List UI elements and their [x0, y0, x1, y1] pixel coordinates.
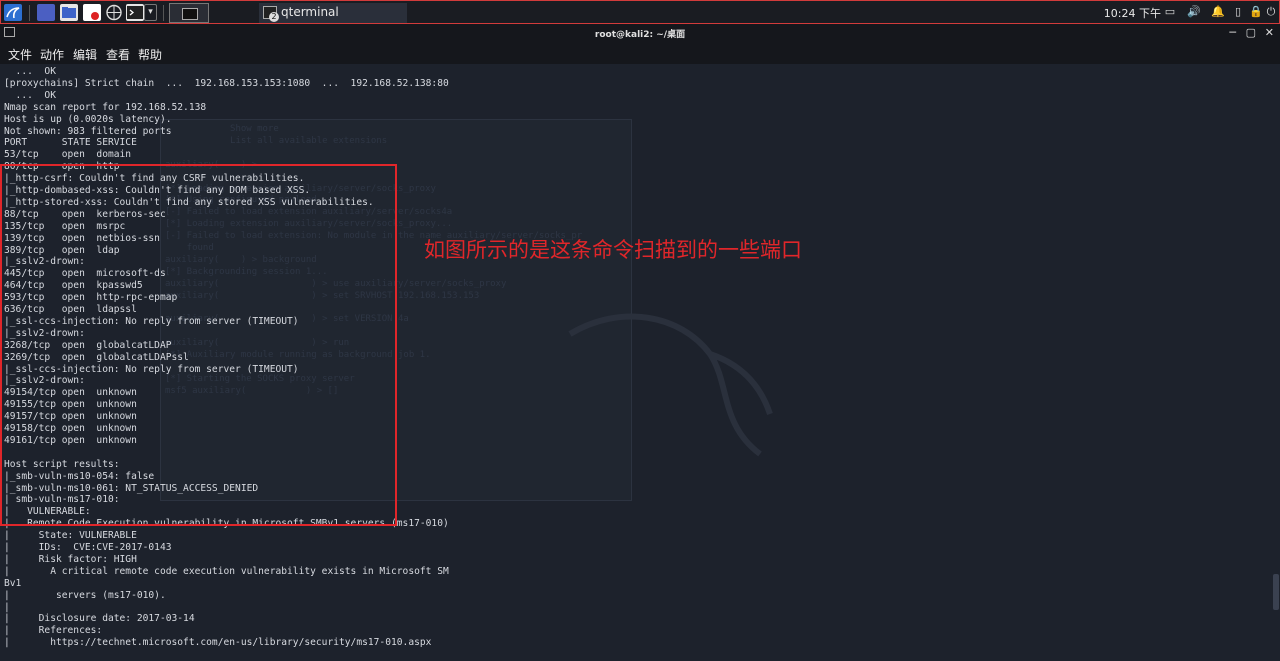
- annotation-text: 如图所示的是这条命令扫描到的一些端口: [424, 238, 802, 262]
- terminal-line: |_sslv2-drown:: [4, 375, 85, 387]
- terminal-line: 49161/tcp open unknown: [4, 434, 137, 446]
- background-window-line: List all available extensions: [165, 135, 388, 146]
- terminal-line: Nmap scan report for 192.168.52.138: [4, 101, 207, 113]
- terminal-line: | Disclosure date: 2017-03-14: [4, 613, 195, 625]
- taskbar-task-qterminal[interactable]: 2 qterminal: [259, 3, 407, 23]
- battery-icon[interactable]: ▯: [1231, 5, 1245, 19]
- terminal-line: ... OK: [4, 89, 56, 101]
- task-label: qterminal: [281, 5, 339, 19]
- terminal-line: | servers (ms17-010).: [4, 589, 166, 601]
- terminal-output[interactable]: Show more List all available extensions a…: [0, 64, 1272, 661]
- kali-menu-icon[interactable]: [4, 4, 22, 21]
- terminal-line: |_smb-vuln-ms10-054: false: [4, 470, 155, 482]
- terminal-line: [proxychains] Strict chain ... 192.168.1…: [4, 77, 449, 89]
- terminal-line: | References:: [4, 625, 103, 637]
- window-title: root@kali2: ~/桌面: [594, 30, 686, 40]
- background-window-line: auxiliary( ) > background: [165, 254, 317, 265]
- scrollbar[interactable]: [1272, 64, 1280, 661]
- background-window-line: [*] Backgrounding session 1...: [165, 266, 328, 277]
- terminal-line: 593/tcp open http-rpc-epmap: [4, 292, 178, 304]
- terminal-line: 88/tcp open kerberos-sec: [4, 208, 166, 220]
- terminal-line: Host is up (0.0020s latency).: [4, 113, 172, 125]
- browser-icon[interactable]: [105, 4, 123, 21]
- terminal-line: |_smb-vuln-ms10-061: NT_STATUS_ACCESS_DE…: [4, 482, 259, 494]
- desktop-icon[interactable]: [37, 4, 55, 21]
- background-window-line: auxiliary( ) > set SRVHOST 192.168.153.1…: [165, 290, 480, 301]
- terminal-line: |_ssl-ccs-injection: No reply from serve…: [4, 363, 299, 375]
- terminal-line: | smb-vuln-ms17-010:: [4, 494, 120, 506]
- terminal-line: | https://technet.microsoft.com/en-us/li…: [4, 637, 432, 649]
- clock[interactable]: 10:24 下午: [1104, 5, 1161, 21]
- terminal-line: 389/tcp open ldap: [4, 244, 120, 256]
- terminal-line: PORT STATE SERVICE: [4, 137, 137, 149]
- terminal-line: | IDs: CVE:CVE-2017-0143: [4, 542, 172, 553]
- taskbar: ▾ 2 qterminal 10:24 下午 ▭ 🔊 🔔 ▯ 🔒 ⏻: [0, 0, 1280, 24]
- terminal-line: 80/tcp open http: [4, 161, 120, 173]
- terminal-line: | Risk factor: HIGH: [4, 553, 137, 565]
- menu-view[interactable]: 查看: [106, 46, 130, 63]
- terminal-line: | State: VULNERABLE: [4, 530, 137, 542]
- background-window-line: Show more: [165, 124, 279, 134]
- maximize-icon[interactable]: ▢: [1246, 26, 1256, 39]
- terminal-line: 3269/tcp open globalcatLDAPssl: [4, 351, 189, 363]
- terminal-line: Not shown: 983 filtered ports: [4, 125, 172, 137]
- volume-icon[interactable]: 🔊: [1187, 5, 1201, 19]
- terminal-line: 49155/tcp open unknown: [4, 399, 137, 411]
- background-window-line: [*] Loading extension auxiliary/server/s…: [165, 219, 453, 230]
- text-editor-icon[interactable]: [83, 4, 101, 21]
- background-window-line: [*] Auxiliary module running as backgrou…: [165, 350, 431, 361]
- dropdown-icon[interactable]: ▾: [144, 4, 157, 21]
- window-switch-icon[interactable]: [169, 3, 209, 23]
- terminal-line: Bv1: [4, 577, 22, 589]
- menu-help[interactable]: 帮助: [138, 46, 162, 63]
- terminal-line: 445/tcp open microsoft-ds: [4, 268, 166, 280]
- power-icon[interactable]: ⏻: [1264, 5, 1278, 19]
- terminal-line: 49158/tcp open unknown: [4, 423, 137, 434]
- background-window-line: auxiliary( ) > run: [165, 338, 350, 349]
- notification-icon[interactable]: 🔔: [1211, 5, 1225, 19]
- minimize-icon[interactable]: ─: [1229, 26, 1236, 39]
- background-window-line: msf5 auxiliary( ) > []: [165, 385, 339, 396]
- background-window-line: found: [165, 243, 214, 253]
- terminal-line: |_sslv2-drown:: [4, 256, 85, 268]
- terminal-line: 135/tcp open msrpc: [4, 220, 126, 232]
- terminal-line: |_ssl-ccs-injection: No reply from serve…: [4, 315, 299, 327]
- terminal-line: 636/tcp open ldapssl: [4, 304, 137, 315]
- terminal-line: 464/tcp open kpasswd5: [4, 280, 143, 292]
- terminal-line: |_sslv2-drown:: [4, 327, 85, 339]
- separator: [29, 5, 30, 21]
- menu-action[interactable]: 动作: [40, 46, 64, 63]
- scrollbar-thumb[interactable]: [1273, 574, 1279, 610]
- terminal-line: 49157/tcp open unknown: [4, 411, 137, 423]
- menubar: 文件 动作 编辑 查看 帮助: [0, 42, 1280, 64]
- window-titlebar[interactable]: root@kali2: ~/桌面 ─ ▢ ✕: [0, 24, 1280, 42]
- terminal-line: 49154/tcp open unknown: [4, 387, 137, 399]
- separator: [163, 5, 164, 21]
- lock-icon[interactable]: 🔒: [1249, 5, 1263, 19]
- kali-dragon-icon: [568, 313, 773, 457]
- terminal-line: |_http-dombased-xss: Couldn't find any D…: [4, 185, 311, 196]
- terminal-line: 139/tcp open netbios-ssn: [4, 232, 160, 244]
- menu-file[interactable]: 文件: [8, 46, 32, 63]
- terminal-line: |_http-csrf: Couldn't find any CSRF vuln…: [4, 173, 305, 185]
- terminal-line: | Remote Code Execution vulnerability in…: [4, 518, 449, 530]
- menu-edit[interactable]: 编辑: [73, 46, 97, 63]
- task-badge: 2: [269, 12, 279, 22]
- terminal-line: ... OK: [4, 66, 56, 77]
- terminal-line: | A critical remote code execution vulne…: [4, 565, 449, 577]
- terminal-line: Host script results:: [4, 458, 120, 470]
- terminal-line: 53/tcp open domain: [4, 149, 132, 161]
- display-icon[interactable]: ▭: [1163, 5, 1177, 19]
- background-window-line: auxiliary( ) >: [165, 159, 258, 170]
- terminal-line: |_http-stored-xss: Couldn't find any sto…: [4, 196, 374, 208]
- background-window-line: auxiliary( ) > use auxiliary/server/sock…: [165, 278, 507, 289]
- terminal-line: |: [4, 601, 10, 613]
- file-manager-icon[interactable]: [60, 4, 78, 21]
- terminal-icon[interactable]: [126, 4, 144, 21]
- close-icon[interactable]: ✕: [1265, 26, 1274, 39]
- terminal-line: | VULNERABLE:: [4, 506, 91, 518]
- terminal-line: 3268/tcp open globalcatLDAP: [4, 339, 172, 351]
